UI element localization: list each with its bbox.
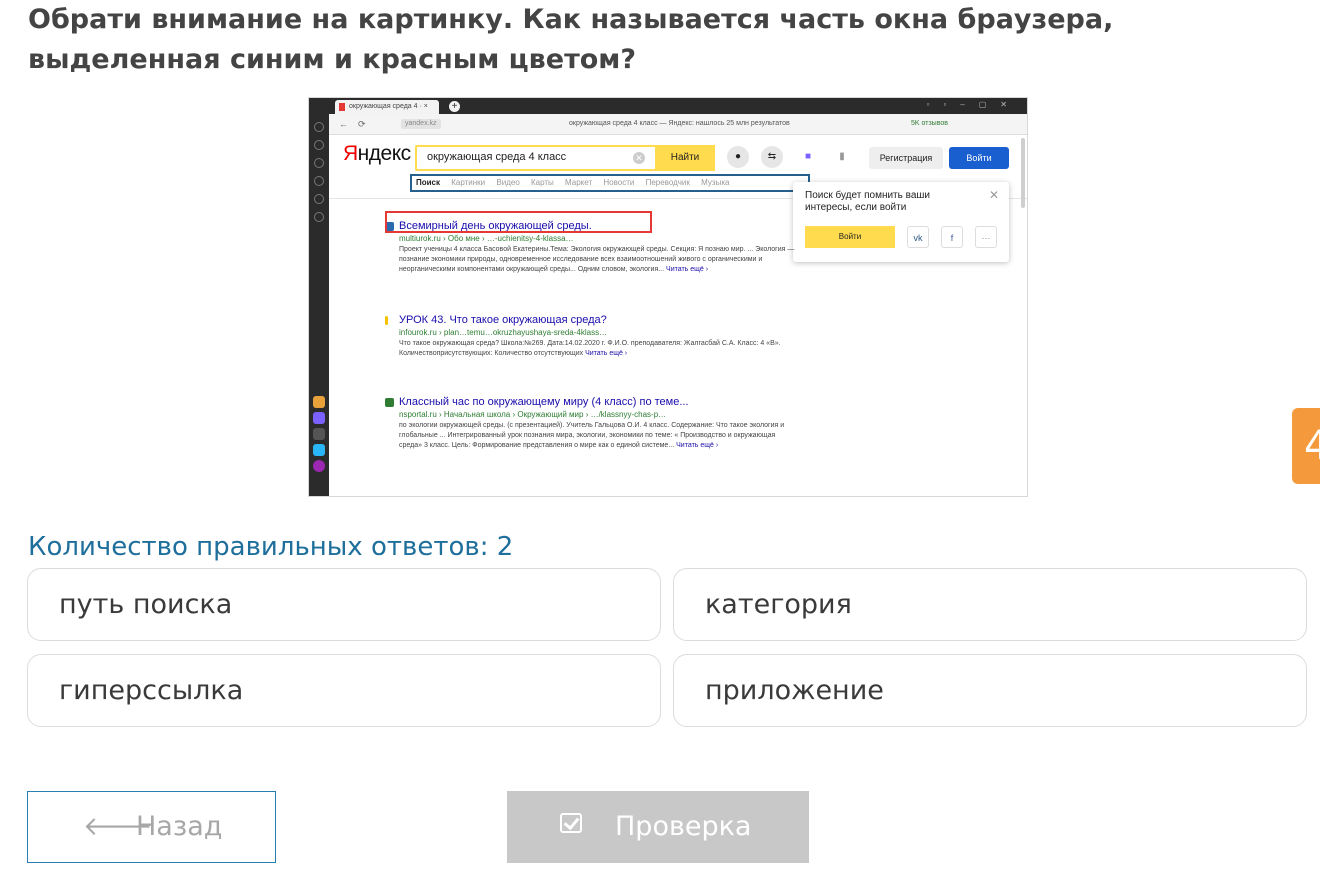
collections-icon: ▮	[831, 146, 853, 168]
register-button: Регистрация	[869, 147, 943, 169]
filters-icon: ⇆	[761, 146, 783, 168]
result-title: УРОК 43. Что такое окружающая среда?	[399, 314, 607, 326]
result-favicon-icon	[385, 316, 388, 325]
result-url: nsportal.ru › Начальная школа › Окружающ…	[399, 410, 667, 419]
question-number-badge[interactable]: 4	[1292, 408, 1320, 484]
browser-sidebar	[309, 114, 329, 496]
new-tab-icon: +	[449, 101, 460, 112]
vk-icon: vk	[907, 226, 929, 248]
result-url: multiurok.ru › Обо мне › …-uchienitsy-4-…	[399, 234, 574, 243]
result-snippet: по экологии окружающей среды. (с презент…	[399, 422, 785, 449]
telegram-app-icon	[313, 444, 325, 456]
add-app-icon	[313, 428, 325, 440]
page-title: окружающая среда 4 класс — Яндекс: нашло…	[569, 120, 790, 127]
more-icon: ···	[975, 226, 997, 248]
browser-tab-title: окружающая среда 4 · ×	[349, 103, 428, 110]
hyperlink-highlight	[385, 211, 652, 233]
back-button-label: Назад	[136, 811, 223, 842]
mail-app-icon	[313, 396, 325, 408]
page-scrollbar	[1021, 138, 1025, 208]
search-button: Найти	[655, 145, 715, 171]
facebook-icon: f	[941, 226, 963, 248]
answers-count-label: Количество правильных ответов: 2	[28, 532, 514, 562]
search-result: УРОК 43. Что такое окружающая среда? inf…	[385, 314, 799, 359]
back-button[interactable]: 🡐 Назад	[27, 791, 276, 863]
result-snippet: Что такое окружающая среда? Школа:№269. …	[399, 340, 781, 357]
plus-service-icon: ■	[797, 146, 819, 168]
check-button-label: Проверка	[615, 811, 752, 842]
reviews-badge: 5K отзывов	[911, 120, 948, 127]
yandex-logo: Яндекс	[343, 142, 411, 165]
result-url: infourok.ru › plan…temu…okruzhayushaya-s…	[399, 328, 608, 337]
search-result: Классный час по окружающему миру (4 клас…	[385, 396, 799, 451]
browser-screenshot: окружающая среда 4 · × + ▫▫–▢✕ ←⟳ yandex…	[308, 97, 1028, 497]
search-categories-highlight: Поиск Картинки Видео Карты Маркет Новост…	[410, 174, 810, 192]
close-icon: ✕	[988, 188, 999, 202]
url-pill: yandex.kz	[401, 119, 441, 129]
login-suggestion-popup: Поиск будет помнить ваши интересы, если …	[793, 182, 1009, 262]
window-controls-icon: ▫▫–▢✕	[926, 100, 1021, 109]
address-bar: ←⟳ yandex.kz окружающая среда 4 класс — …	[329, 114, 1027, 135]
yandex-search-box: окружающая среда 4 класс ✕ Найти	[415, 145, 715, 171]
answer-option-category[interactable]: категория	[673, 568, 1307, 641]
answer-option-application[interactable]: приложение	[673, 654, 1307, 727]
question-text: Обрати внимание на картинку. Как называе…	[28, 4, 1114, 75]
alice-app-icon	[313, 460, 325, 472]
login-button: Войти	[949, 147, 1009, 169]
popup-text: Поиск будет помнить ваши интересы, если …	[805, 190, 930, 213]
nav-arrows-icon: ←⟳	[339, 119, 376, 129]
result-snippet: Проект ученицы 4 класса Басовой Екатерин…	[399, 246, 795, 273]
checkbox-icon	[560, 813, 582, 833]
answer-option-search-path[interactable]: путь поиска	[27, 568, 661, 641]
search-query: окружающая среда 4 класс	[427, 151, 567, 163]
result-favicon-icon	[385, 398, 394, 407]
answer-option-hyperlink[interactable]: гиперссылка	[27, 654, 661, 727]
result-title: Классный час по окружающему миру (4 клас…	[399, 396, 689, 408]
check-button[interactable]: Проверка	[507, 791, 809, 863]
clear-icon: ✕	[633, 152, 645, 164]
messenger-app-icon	[313, 412, 325, 424]
popup-login-button: Войти	[805, 226, 895, 248]
browser-tab-bar: окружающая среда 4 · × + ▫▫–▢✕	[309, 98, 1027, 114]
browser-tab: окружающая среда 4 · ×	[335, 100, 439, 114]
yandex-favicon-icon	[339, 103, 345, 111]
microphone-icon: ●	[727, 146, 749, 168]
